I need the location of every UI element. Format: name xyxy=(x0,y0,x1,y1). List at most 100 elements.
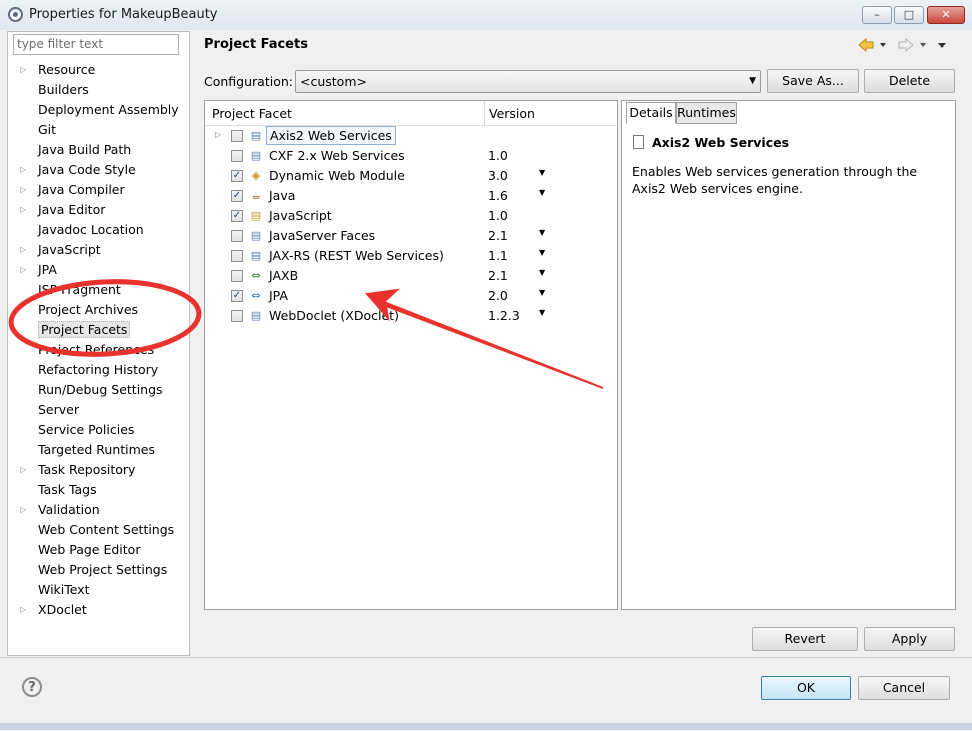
page-icon: ▤ xyxy=(250,309,262,322)
forward-arrow-icon[interactable] xyxy=(898,37,914,53)
minimize-button[interactable]: – xyxy=(862,6,892,24)
close-button[interactable]: ✕ xyxy=(927,6,965,24)
maximize-button[interactable]: □ xyxy=(894,6,924,24)
apply-button[interactable]: Apply xyxy=(864,627,955,651)
facet-version[interactable]: 2.0 xyxy=(488,288,508,303)
expand-arrow-icon[interactable]: ▷ xyxy=(20,240,38,259)
facet-checkbox[interactable] xyxy=(231,310,243,322)
sidebar-item[interactable]: ▷ JavaScript xyxy=(20,240,101,259)
facet-version[interactable]: 1.6 xyxy=(488,188,508,203)
sidebar-item[interactable]: Builders xyxy=(20,80,89,99)
expand-arrow-icon[interactable]: ▷ xyxy=(20,500,38,519)
version-dropdown-icon[interactable]: ▼ xyxy=(539,188,545,197)
sidebar-item[interactable]: Project Facets xyxy=(20,320,131,339)
expand-arrow-icon[interactable]: ▷ xyxy=(20,180,38,199)
configuration-select[interactable]: <custom> ▼ xyxy=(295,70,761,93)
facet-version[interactable]: 3.0 xyxy=(488,168,508,183)
sidebar-item[interactable]: Web Page Editor xyxy=(20,540,140,559)
sidebar-item[interactable]: ▷ Java Editor xyxy=(20,200,105,219)
sidebar-item[interactable]: ▷ XDoclet xyxy=(20,600,87,619)
sidebar-item[interactable]: Web Content Settings xyxy=(20,520,174,539)
jaxb-icon: ⇔ xyxy=(251,269,261,282)
table-row[interactable]: ⇔ JAXB 2.1 ▼ xyxy=(205,266,617,286)
sidebar-item[interactable]: Targeted Runtimes xyxy=(20,440,155,459)
table-row[interactable]: ▤ WebDoclet (XDoclet) 1.2.3 ▼ xyxy=(205,306,617,326)
version-dropdown-icon[interactable]: ▼ xyxy=(539,308,545,317)
sidebar-item[interactable]: Server xyxy=(20,400,79,419)
facet-checkbox[interactable]: ✓ xyxy=(231,210,243,222)
expand-arrow-icon[interactable]: ▷ xyxy=(20,160,38,179)
sidebar-item-label: WikiText xyxy=(38,582,90,597)
version-dropdown-icon[interactable]: ▼ xyxy=(539,168,545,177)
sidebar-item[interactable]: Git xyxy=(20,120,56,139)
column-header-version[interactable]: Version xyxy=(489,106,535,121)
version-dropdown-icon[interactable]: ▼ xyxy=(539,228,545,237)
sidebar-item[interactable]: ▷ Validation xyxy=(20,500,100,519)
table-row[interactable]: ✓ ◈ Dynamic Web Module 3.0 ▼ xyxy=(205,166,617,186)
sidebar-item[interactable]: Java Build Path xyxy=(20,140,131,159)
sidebar-item[interactable]: ▷ Java Code Style xyxy=(20,160,136,179)
forward-dropdown-icon[interactable] xyxy=(920,43,926,47)
table-row[interactable]: ▤ JAX-RS (REST Web Services) 1.1 ▼ xyxy=(205,246,617,266)
version-dropdown-icon[interactable]: ▼ xyxy=(539,248,545,257)
tab-details[interactable]: Details xyxy=(626,102,676,124)
sidebar-item[interactable]: ▷ Java Compiler xyxy=(20,180,125,199)
sidebar-item[interactable]: Project References xyxy=(20,340,154,359)
facet-checkbox[interactable] xyxy=(231,250,243,262)
expand-arrow-icon[interactable]: ▷ xyxy=(20,460,38,479)
ok-button[interactable]: OK xyxy=(761,676,851,700)
expand-arrow-icon[interactable]: ▷ xyxy=(20,200,38,219)
expand-arrow-icon[interactable]: ▷ xyxy=(20,260,38,279)
back-dropdown-icon[interactable] xyxy=(880,43,886,47)
sidebar-item[interactable]: Project Archives xyxy=(20,300,138,319)
sidebar-item[interactable]: Javadoc Location xyxy=(20,220,144,239)
sidebar-item[interactable]: WikiText xyxy=(20,580,90,599)
version-dropdown-icon[interactable]: ▼ xyxy=(539,268,545,277)
table-row[interactable]: ✓ ⇔ JPA 2.0 ▼ xyxy=(205,286,617,306)
sidebar-item[interactable]: Task Tags xyxy=(20,480,97,499)
table-row[interactable]: ▷ ▤ Axis2 Web Services xyxy=(205,126,617,146)
save-as-button[interactable]: Save As... xyxy=(767,69,859,93)
view-menu-icon[interactable] xyxy=(938,43,946,48)
table-row[interactable]: ▤ CXF 2.x Web Services 1.0 xyxy=(205,146,617,166)
sidebar-item[interactable]: Refactoring History xyxy=(20,360,158,379)
tab-runtimes[interactable]: Runtimes xyxy=(676,102,737,124)
expand-arrow-icon[interactable]: ▷ xyxy=(215,130,221,139)
cancel-button[interactable]: Cancel xyxy=(858,676,950,700)
facet-version[interactable]: 1.1 xyxy=(488,248,508,263)
configuration-value: <custom> xyxy=(300,74,367,89)
filter-input[interactable]: type filter text xyxy=(13,34,179,55)
facet-checkbox[interactable]: ✓ xyxy=(231,290,243,302)
facet-checkbox[interactable]: ✓ xyxy=(231,170,243,182)
delete-button[interactable]: Delete xyxy=(864,69,955,93)
expand-arrow-icon[interactable]: ▷ xyxy=(20,60,38,79)
column-header-facet[interactable]: Project Facet xyxy=(212,106,292,121)
sidebar-item[interactable]: Run/Debug Settings xyxy=(20,380,163,399)
help-icon[interactable]: ? xyxy=(22,677,42,697)
facet-checkbox[interactable] xyxy=(231,150,243,162)
facet-checkbox[interactable] xyxy=(231,130,243,142)
sidebar-item[interactable]: JSP Fragment xyxy=(20,280,121,299)
expand-arrow-icon[interactable]: ▷ xyxy=(20,600,38,619)
table-row[interactable]: ✓ ☕ Java 1.6 ▼ xyxy=(205,186,617,206)
back-arrow-icon[interactable] xyxy=(858,37,874,53)
facet-checkbox[interactable] xyxy=(231,270,243,282)
facet-version[interactable]: 2.1 xyxy=(488,268,508,283)
revert-button[interactable]: Revert xyxy=(752,627,858,651)
facet-version[interactable]: 1.2.3 xyxy=(488,308,520,323)
facet-checkbox[interactable] xyxy=(231,230,243,242)
version-dropdown-icon[interactable]: ▼ xyxy=(539,288,545,297)
sidebar-item-label: Validation xyxy=(38,502,100,517)
table-row[interactable]: ▤ JavaServer Faces 2.1 ▼ xyxy=(205,226,617,246)
facet-version[interactable]: 2.1 xyxy=(488,228,508,243)
sidebar-item[interactable]: Deployment Assembly xyxy=(20,100,179,119)
facet-checkbox[interactable]: ✓ xyxy=(231,190,243,202)
column-divider[interactable] xyxy=(484,101,485,125)
table-row[interactable]: ✓ ▤ JavaScript 1.0 xyxy=(205,206,617,226)
sidebar-item[interactable]: ▷ Task Repository xyxy=(20,460,135,479)
sidebar-item-label: Resource xyxy=(38,62,96,77)
sidebar-item[interactable]: Service Policies xyxy=(20,420,134,439)
sidebar-item[interactable]: ▷ JPA xyxy=(20,260,57,279)
sidebar-item[interactable]: ▷ Resource xyxy=(20,60,95,79)
sidebar-item[interactable]: Web Project Settings xyxy=(20,560,167,579)
